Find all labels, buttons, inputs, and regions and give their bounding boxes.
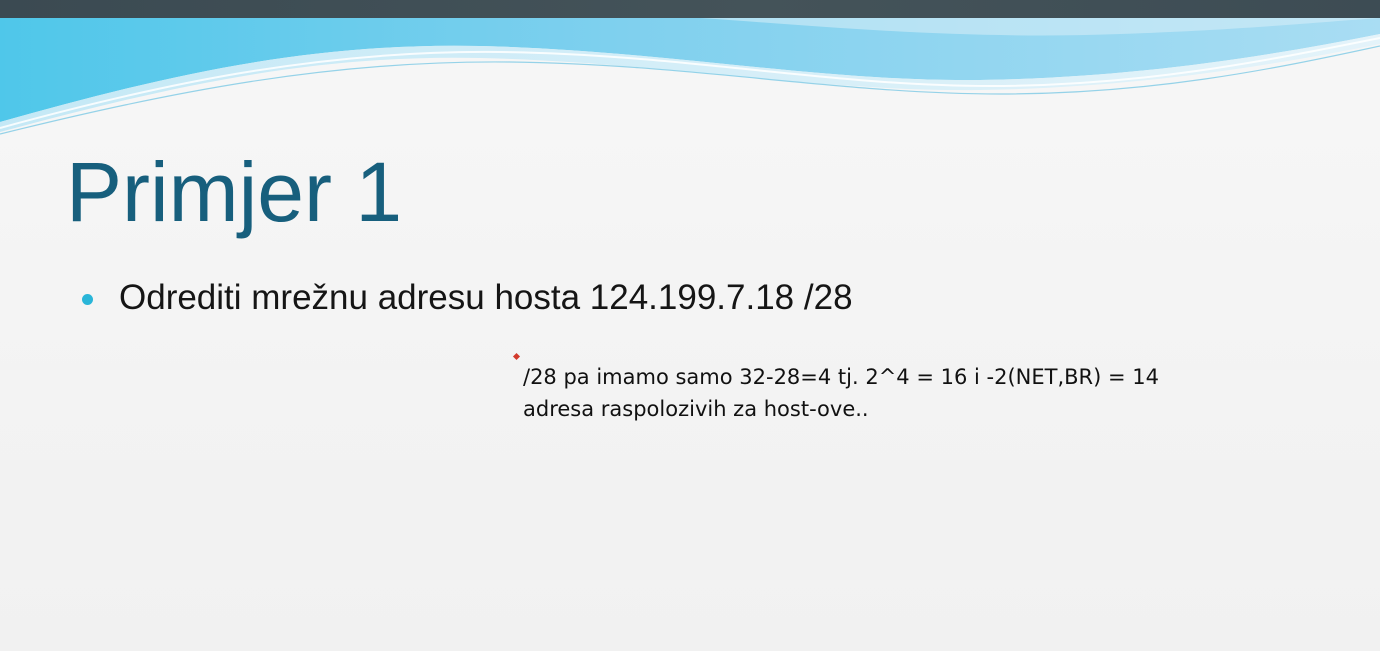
annotation-line: /28 pa imamo samo 32-28=4 tj. 2^4 = 16 i… — [523, 365, 1159, 389]
bullet-item: Odrediti mrežnu adresu hosta 124.199.7.1… — [82, 276, 853, 320]
annotation-note: /28 pa imamo samo 32-28=4 tj. 2^4 = 16 i… — [523, 361, 1159, 425]
header-wave-decoration — [0, 18, 1380, 135]
annotation-line: adresa raspolozivih za host-ove.. — [523, 397, 869, 421]
bullet-dot-icon — [82, 293, 93, 305]
bullet-text: Odrediti mrežnu adresu hosta 124.199.7.1… — [119, 278, 853, 317]
presentation-slide: Primjer 1 Odrediti mrežnu adresu hosta 1… — [0, 0, 1380, 651]
annotation-marker-icon — [512, 352, 521, 361]
slide-title: Primjer 1 — [66, 145, 403, 239]
